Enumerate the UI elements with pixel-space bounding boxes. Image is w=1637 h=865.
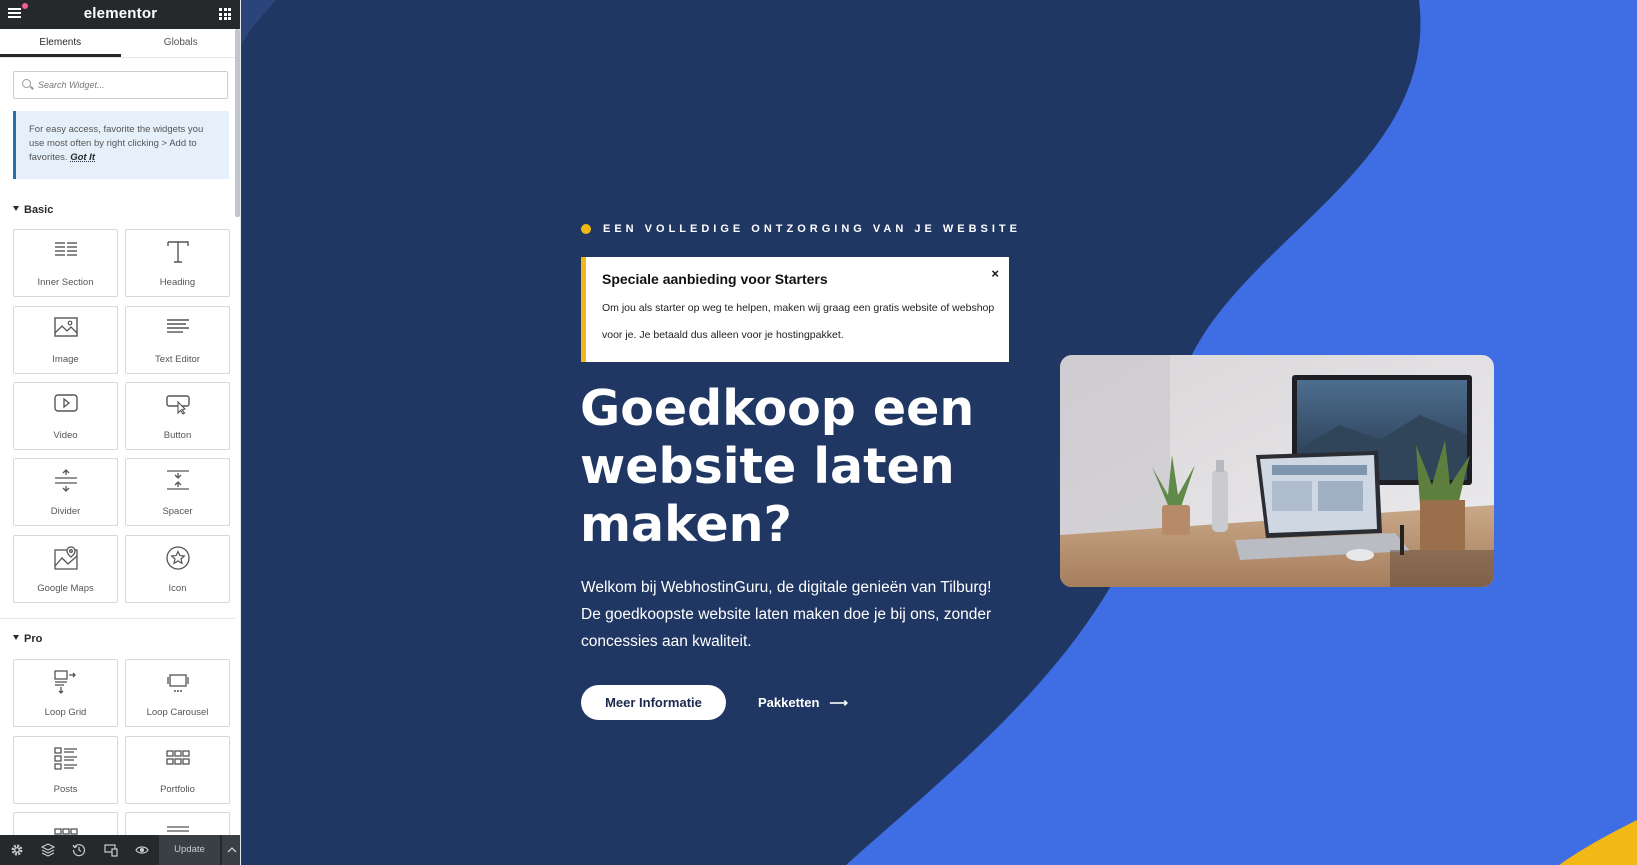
eyebrow-text: EEN VOLLEDIGE ONTZORGING VAN JE WEBSITE <box>603 223 1021 235</box>
widget-label: Heading <box>159 277 196 288</box>
widget-image[interactable]: Image <box>13 306 118 374</box>
hero-workspace-image <box>1060 355 1494 587</box>
update-button[interactable]: Update <box>159 835 220 865</box>
history-icon[interactable] <box>72 843 86 857</box>
tab-elements[interactable]: Elements <box>0 29 121 57</box>
more-info-button[interactable]: Meer Informatie <box>581 685 726 720</box>
widget-portfolio[interactable]: Portfolio <box>125 736 230 804</box>
posts-icon <box>14 747 117 773</box>
widget-spacer[interactable]: Spacer <box>125 458 230 526</box>
widget-label: Loop Grid <box>44 707 87 718</box>
tab-globals[interactable]: Globals <box>121 29 241 57</box>
chevron-up-icon <box>227 847 237 853</box>
widget-label: Icon <box>168 583 187 594</box>
hero-description: Welkom bij WebhostinGuru, de digitale ge… <box>581 579 992 650</box>
page-canvas: EEN VOLLEDIGE ONTZORGING VAN JE WEBSITE … <box>241 0 1637 865</box>
widget-divider[interactable]: Divider <box>13 458 118 526</box>
widget-label: Divider <box>50 506 81 517</box>
widget-label: Google Maps <box>37 583 94 594</box>
search-icon <box>22 79 31 88</box>
widget-label: Spacer <box>162 506 193 517</box>
panel-tabs: Elements Globals <box>0 29 241 58</box>
widget-loop-carousel[interactable]: Loop Carousel <box>125 659 230 727</box>
widget-label: Button <box>163 430 192 441</box>
category-divider <box>0 618 235 619</box>
widget-label: Video <box>53 430 78 441</box>
widget-inner-section[interactable]: Inner Section <box>13 229 118 297</box>
widget-label: Inner Section <box>37 277 94 288</box>
widgets-grid-icon[interactable] <box>219 8 231 20</box>
star-icon <box>126 546 229 572</box>
divider-icon <box>14 469 117 495</box>
video-icon <box>14 393 117 419</box>
widget-label: Posts <box>53 784 78 795</box>
elementor-panel: elementor Elements Globals For easy acce… <box>0 0 241 865</box>
category-pro-toggle[interactable]: Pro <box>13 633 42 645</box>
starter-offer-alert: Speciale aanbieding voor Starters Om jou… <box>581 257 1009 362</box>
widget-label: Image <box>52 354 79 365</box>
alert-body: Om jou als starter op weg te helpen, mak… <box>602 302 995 341</box>
button-icon <box>126 393 229 419</box>
widget-label: Portfolio <box>160 784 195 795</box>
panel-footer: Update <box>0 835 240 865</box>
packages-link[interactable]: Pakketten ⟶ <box>758 685 848 720</box>
inner-section-icon <box>14 240 117 266</box>
alert-title: Speciale aanbieding voor Starters <box>602 271 828 287</box>
hero-title: Goedkoop een website laten maken? <box>580 380 975 553</box>
update-options-button[interactable] <box>221 835 240 865</box>
widget-button[interactable]: Button <box>125 382 230 450</box>
favorites-notice: For easy access, favorite the widgets yo… <box>13 111 229 179</box>
settings-icon[interactable] <box>10 843 24 857</box>
got-it-link[interactable]: Got It <box>70 152 95 163</box>
text-editor-icon <box>126 317 229 343</box>
notice-text: For easy access, favorite the widgets yo… <box>29 124 204 163</box>
widget-google-maps[interactable]: Google Maps <box>13 535 118 603</box>
image-icon <box>14 317 117 343</box>
loop-grid-icon <box>14 670 117 696</box>
widget-text-editor[interactable]: Text Editor <box>125 306 230 374</box>
laptop-desk-photo <box>1060 355 1494 587</box>
widget-icon[interactable]: Icon <box>125 535 230 603</box>
preview-eye-icon[interactable] <box>135 843 149 857</box>
google-maps-icon <box>14 546 117 572</box>
close-icon[interactable]: × <box>991 266 999 281</box>
packages-label: Pakketten <box>758 695 820 710</box>
panel-header: elementor <box>0 0 240 29</box>
hero-eyebrow: EEN VOLLEDIGE ONTZORGING VAN JE WEBSITE <box>581 223 1021 235</box>
widget-posts[interactable]: Posts <box>13 736 118 804</box>
heading-icon <box>126 240 229 266</box>
loop-carousel-icon <box>126 670 229 696</box>
search-box <box>13 71 228 99</box>
panel-scrollbar[interactable] <box>235 29 240 217</box>
widget-loop-grid[interactable]: Loop Grid <box>13 659 118 727</box>
arrow-right-icon: ⟶ <box>829 695 849 710</box>
portfolio-icon <box>126 747 229 773</box>
responsive-mode-icon[interactable] <box>104 843 118 857</box>
category-basic-toggle[interactable]: Basic <box>13 204 53 216</box>
accent-dot <box>581 224 591 234</box>
navigator-layers-icon[interactable] <box>41 843 55 857</box>
widget-label: Text Editor <box>155 354 200 365</box>
spacer-icon <box>126 469 229 495</box>
widget-label: Loop Carousel <box>146 707 209 718</box>
search-widget-input[interactable] <box>38 72 223 98</box>
widget-heading[interactable]: Heading <box>125 229 230 297</box>
widget-video[interactable]: Video <box>13 382 118 450</box>
app-title: elementor <box>83 5 158 22</box>
